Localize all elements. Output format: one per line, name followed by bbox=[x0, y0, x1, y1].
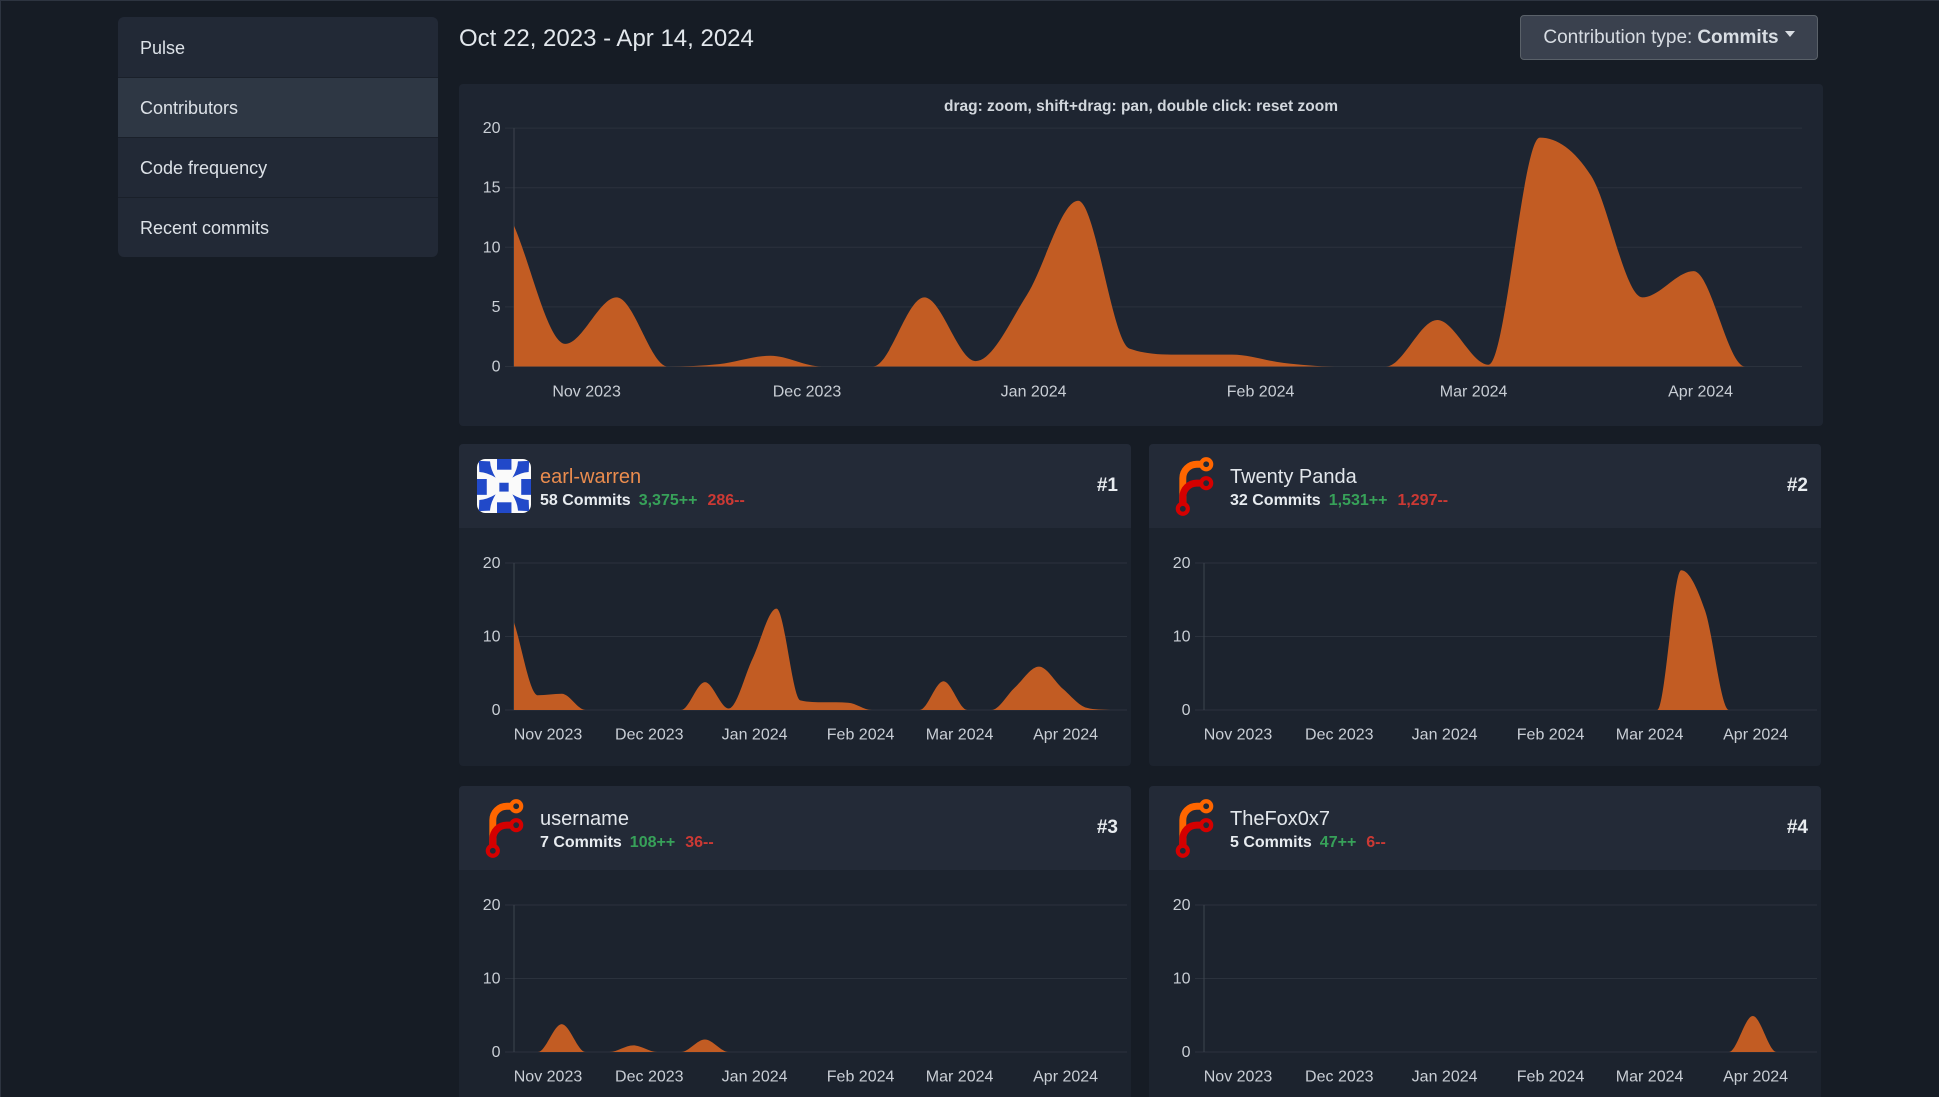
svg-text:20: 20 bbox=[483, 555, 501, 572]
svg-text:Feb 2024: Feb 2024 bbox=[1227, 384, 1295, 401]
svg-text:Nov 2023: Nov 2023 bbox=[514, 727, 583, 744]
svg-text:20: 20 bbox=[483, 120, 501, 137]
svg-text:Feb 2024: Feb 2024 bbox=[1517, 1069, 1585, 1086]
svg-text:Apr 2024: Apr 2024 bbox=[1723, 727, 1788, 744]
svg-text:Apr 2024: Apr 2024 bbox=[1723, 1069, 1788, 1086]
svg-text:20: 20 bbox=[1173, 555, 1191, 572]
svg-text:Mar 2024: Mar 2024 bbox=[1616, 727, 1684, 744]
svg-text:Nov 2023: Nov 2023 bbox=[1204, 1069, 1273, 1086]
svg-text:Mar 2024: Mar 2024 bbox=[926, 1069, 994, 1086]
svg-text:10: 10 bbox=[483, 239, 501, 256]
svg-text:Jan 2024: Jan 2024 bbox=[722, 1069, 788, 1086]
svg-text:Feb 2024: Feb 2024 bbox=[1517, 727, 1585, 744]
svg-text:10: 10 bbox=[1173, 629, 1191, 646]
svg-text:Apr 2024: Apr 2024 bbox=[1033, 727, 1098, 744]
svg-text:0: 0 bbox=[492, 702, 501, 719]
svg-text:0: 0 bbox=[1182, 702, 1191, 719]
svg-text:10: 10 bbox=[483, 971, 501, 988]
svg-text:Nov 2023: Nov 2023 bbox=[1204, 727, 1273, 744]
svg-text:10: 10 bbox=[1173, 971, 1191, 988]
svg-text:20: 20 bbox=[1173, 897, 1191, 914]
svg-text:Dec 2023: Dec 2023 bbox=[1305, 1069, 1374, 1086]
svg-text:Jan 2024: Jan 2024 bbox=[1001, 384, 1067, 401]
svg-text:0: 0 bbox=[1182, 1044, 1191, 1061]
svg-text:Feb 2024: Feb 2024 bbox=[827, 727, 895, 744]
svg-text:15: 15 bbox=[483, 180, 501, 197]
svg-text:Mar 2024: Mar 2024 bbox=[926, 727, 994, 744]
svg-text:Jan 2024: Jan 2024 bbox=[1412, 1069, 1478, 1086]
svg-text:Dec 2023: Dec 2023 bbox=[615, 727, 684, 744]
svg-text:Apr 2024: Apr 2024 bbox=[1668, 384, 1733, 401]
svg-text:Dec 2023: Dec 2023 bbox=[1305, 727, 1374, 744]
svg-text:20: 20 bbox=[483, 897, 501, 914]
svg-text:0: 0 bbox=[492, 359, 501, 376]
svg-text:0: 0 bbox=[492, 1044, 501, 1061]
svg-text:Nov 2023: Nov 2023 bbox=[514, 1069, 583, 1086]
svg-text:5: 5 bbox=[492, 299, 501, 316]
svg-text:Jan 2024: Jan 2024 bbox=[722, 727, 788, 744]
svg-text:Mar 2024: Mar 2024 bbox=[1616, 1069, 1684, 1086]
svg-text:Nov 2023: Nov 2023 bbox=[552, 384, 621, 401]
svg-text:Apr 2024: Apr 2024 bbox=[1033, 1069, 1098, 1086]
svg-text:Jan 2024: Jan 2024 bbox=[1412, 727, 1478, 744]
svg-text:Dec 2023: Dec 2023 bbox=[773, 384, 842, 401]
svg-text:10: 10 bbox=[483, 629, 501, 646]
svg-text:Feb 2024: Feb 2024 bbox=[827, 1069, 895, 1086]
svg-text:Mar 2024: Mar 2024 bbox=[1440, 384, 1508, 401]
svg-text:Dec 2023: Dec 2023 bbox=[615, 1069, 684, 1086]
